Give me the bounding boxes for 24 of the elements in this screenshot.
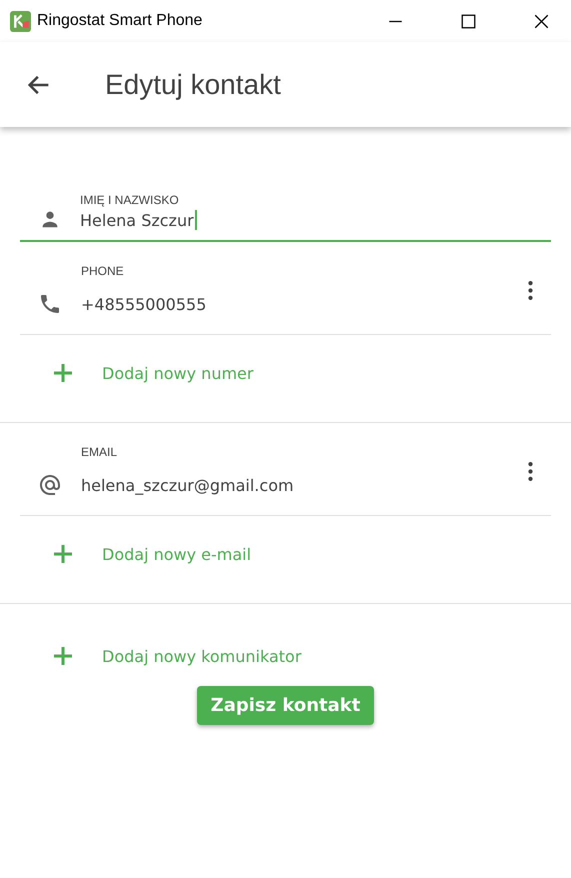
- plus-icon: [51, 361, 75, 385]
- app-logo-icon: [10, 10, 31, 32]
- more-options-icon[interactable]: [528, 462, 533, 481]
- window-title: Ringostat Smart Phone: [37, 12, 202, 30]
- add-link[interactable]: Dodaj nowy e-mail: [51, 542, 252, 566]
- name-field[interactable]: IMIĘ I NAZWISKO Helena Szczur: [20, 193, 551, 242]
- more-options-icon[interactable]: [528, 281, 533, 300]
- at-sign-icon: [38, 473, 62, 497]
- page-title: Edytuj kontakt: [105, 68, 281, 100]
- close-icon[interactable]: [534, 14, 549, 28]
- add-link[interactable]: Dodaj nowy komunikator: [51, 644, 302, 668]
- maximize-icon[interactable]: [461, 14, 476, 28]
- text-cursor: [194, 210, 197, 230]
- field-label: EMAIL: [81, 445, 118, 459]
- plus-icon: [51, 542, 75, 566]
- field-value[interactable]: helena_szczur@gmail.com: [81, 476, 528, 495]
- field-label: IMIĘ I NAZWISKO: [80, 193, 180, 207]
- phone-icon: [38, 292, 62, 316]
- field-value: Helena Szczur: [80, 210, 194, 230]
- add-link[interactable]: Dodaj nowy numer: [51, 361, 254, 385]
- field-label: PHONE: [81, 264, 125, 278]
- field-value[interactable]: +48555000555: [81, 295, 528, 314]
- plus-icon: [51, 644, 75, 668]
- save-button[interactable]: Zapisz kontakt: [196, 686, 374, 725]
